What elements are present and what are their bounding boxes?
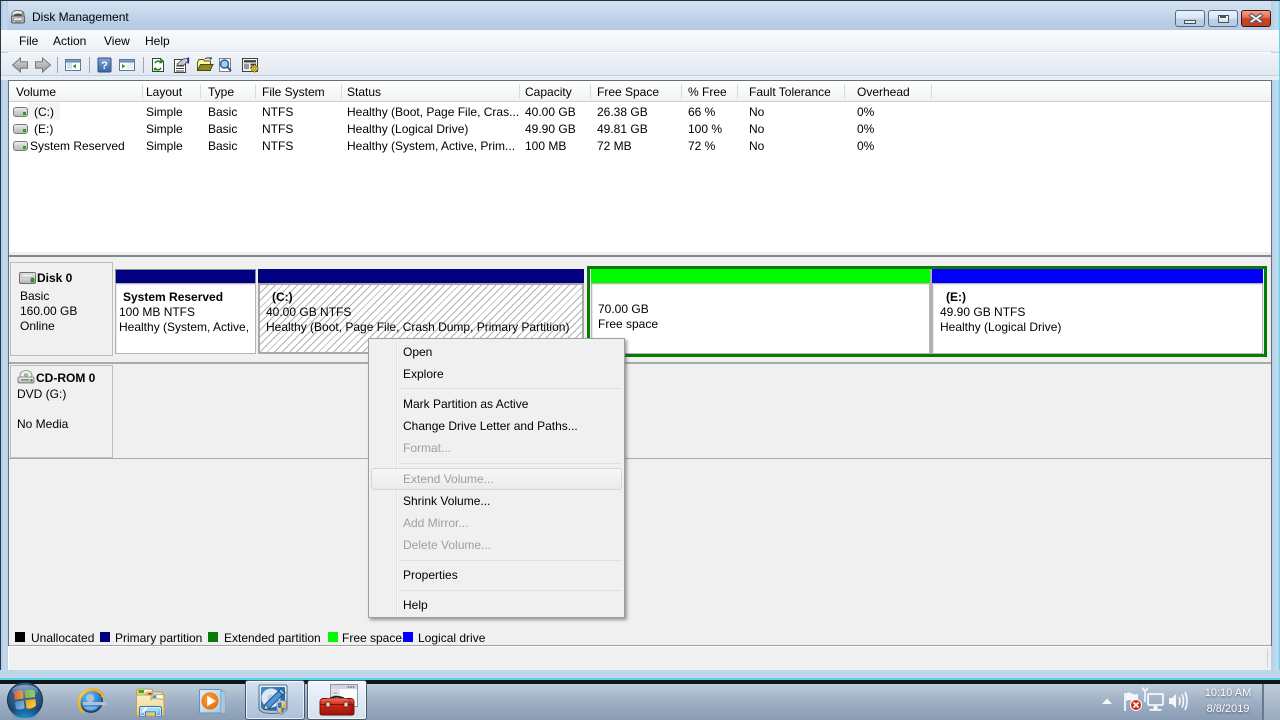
- svg-text:?: ?: [101, 60, 108, 72]
